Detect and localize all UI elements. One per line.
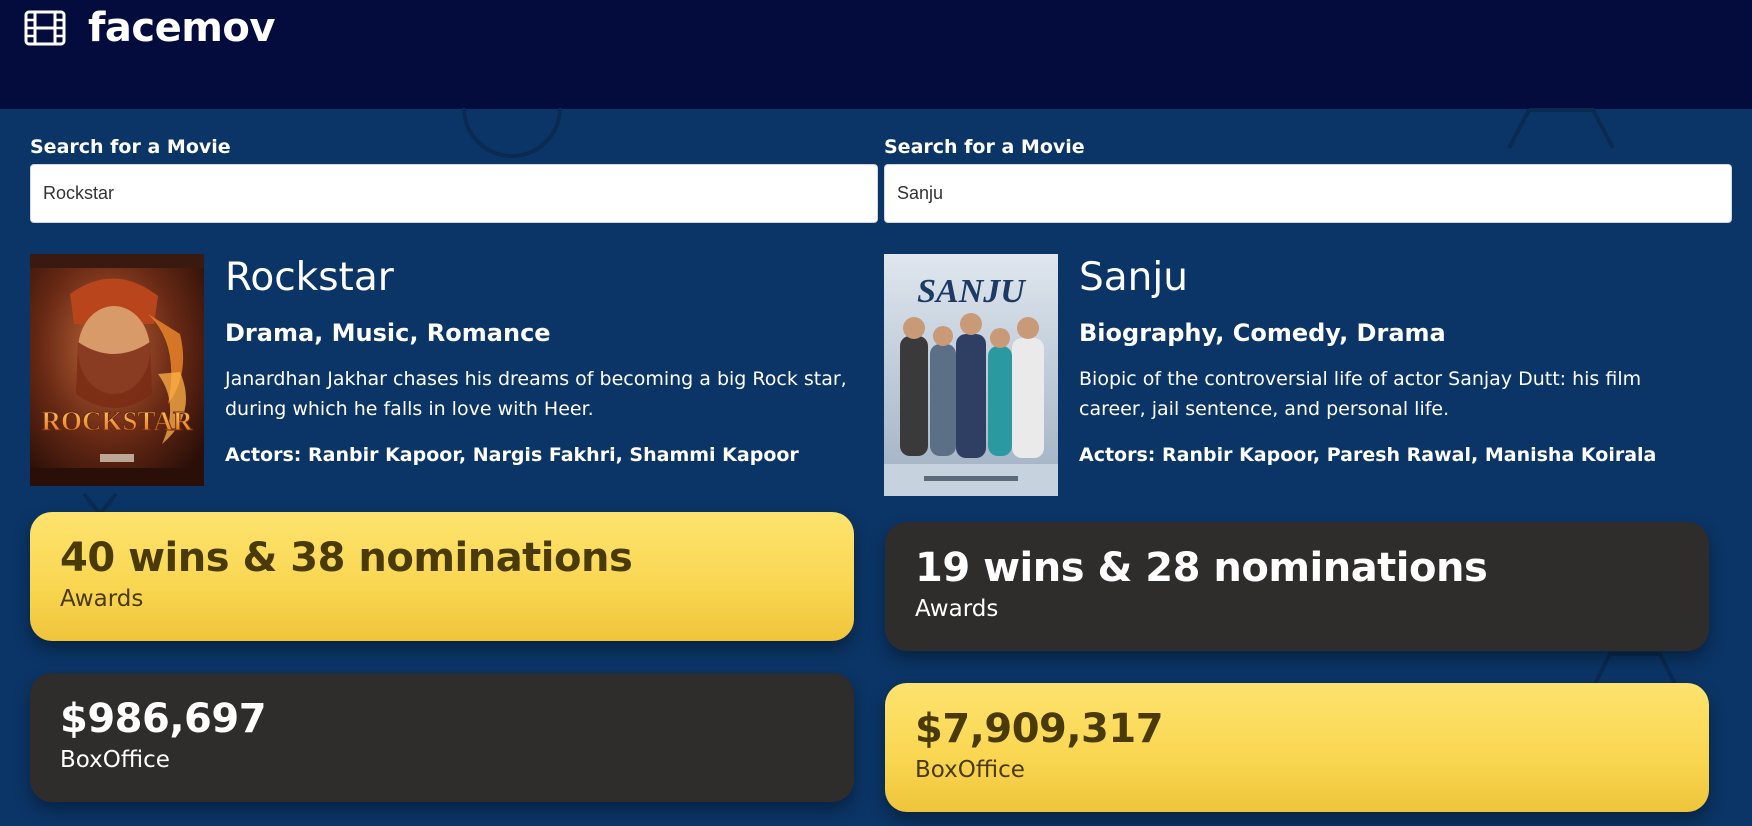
- movie-title: Sanju: [1079, 255, 1188, 300]
- stat-label: BoxOffice: [915, 757, 1025, 783]
- awards-stat-card-left: 40 wins & 38 nominations Awards: [30, 512, 854, 641]
- movie-info: Rockstar Drama, Music, Romance Janardhan…: [225, 254, 855, 468]
- movie-plot: Biopic of the controversial life of acto…: [1079, 368, 1642, 420]
- app-name: facemov: [88, 5, 275, 51]
- boxoffice-stat-card-right: $7,909,317 BoxOffice: [885, 683, 1709, 812]
- stat-value: $7,909,317: [915, 706, 1164, 752]
- left-search-panel: Search for a Movie: [30, 136, 878, 223]
- movie-poster: ROCKSTAR: [30, 254, 204, 486]
- stat-value: 19 wins & 28 nominations: [915, 545, 1488, 591]
- movie-info: Sanju Biography, Comedy, Drama Biopic of…: [1079, 254, 1709, 468]
- movie-actors: Actors: Ranbir Kapoor, Nargis Fakhri, Sh…: [225, 444, 799, 466]
- stat-value: $986,697: [60, 696, 267, 742]
- search-input-right[interactable]: [884, 164, 1732, 223]
- search-input-left[interactable]: [30, 164, 878, 223]
- movie-summary-right: SANJU Sanju Biography, Comedy, Drama Bio…: [884, 254, 1714, 496]
- movie-actors: Actors: Ranbir Kapoor, Paresh Rawal, Man…: [1079, 444, 1657, 466]
- movie-plot: Janardhan Jakhar chases his dreams of be…: [225, 368, 847, 420]
- poster-title-art: ROCKSTAR: [41, 406, 193, 436]
- right-search-panel: Search for a Movie: [884, 136, 1732, 223]
- film-icon: [24, 10, 66, 46]
- movie-poster: SANJU: [884, 254, 1058, 496]
- awards-stat-card-right: 19 wins & 28 nominations Awards: [885, 522, 1709, 651]
- poster-title-art: SANJU: [917, 273, 1027, 310]
- stat-value: 40 wins & 38 nominations: [60, 535, 633, 581]
- search-label: Search for a Movie: [884, 136, 1085, 158]
- stat-label: BoxOffice: [60, 747, 170, 773]
- boxoffice-stat-card-left: $986,697 BoxOffice: [30, 673, 854, 802]
- brand[interactable]: facemov: [24, 6, 275, 50]
- app-header: facemov: [0, 0, 1752, 109]
- movie-genre: Drama, Music, Romance: [225, 319, 551, 347]
- movie-title: Rockstar: [225, 255, 394, 300]
- movie-summary-left: ROCKSTAR Rockstar Drama, Music, Romance …: [30, 254, 860, 486]
- search-label: Search for a Movie: [30, 136, 231, 158]
- stat-label: Awards: [915, 596, 999, 622]
- movie-genre: Biography, Comedy, Drama: [1079, 319, 1446, 347]
- stat-label: Awards: [60, 586, 144, 612]
